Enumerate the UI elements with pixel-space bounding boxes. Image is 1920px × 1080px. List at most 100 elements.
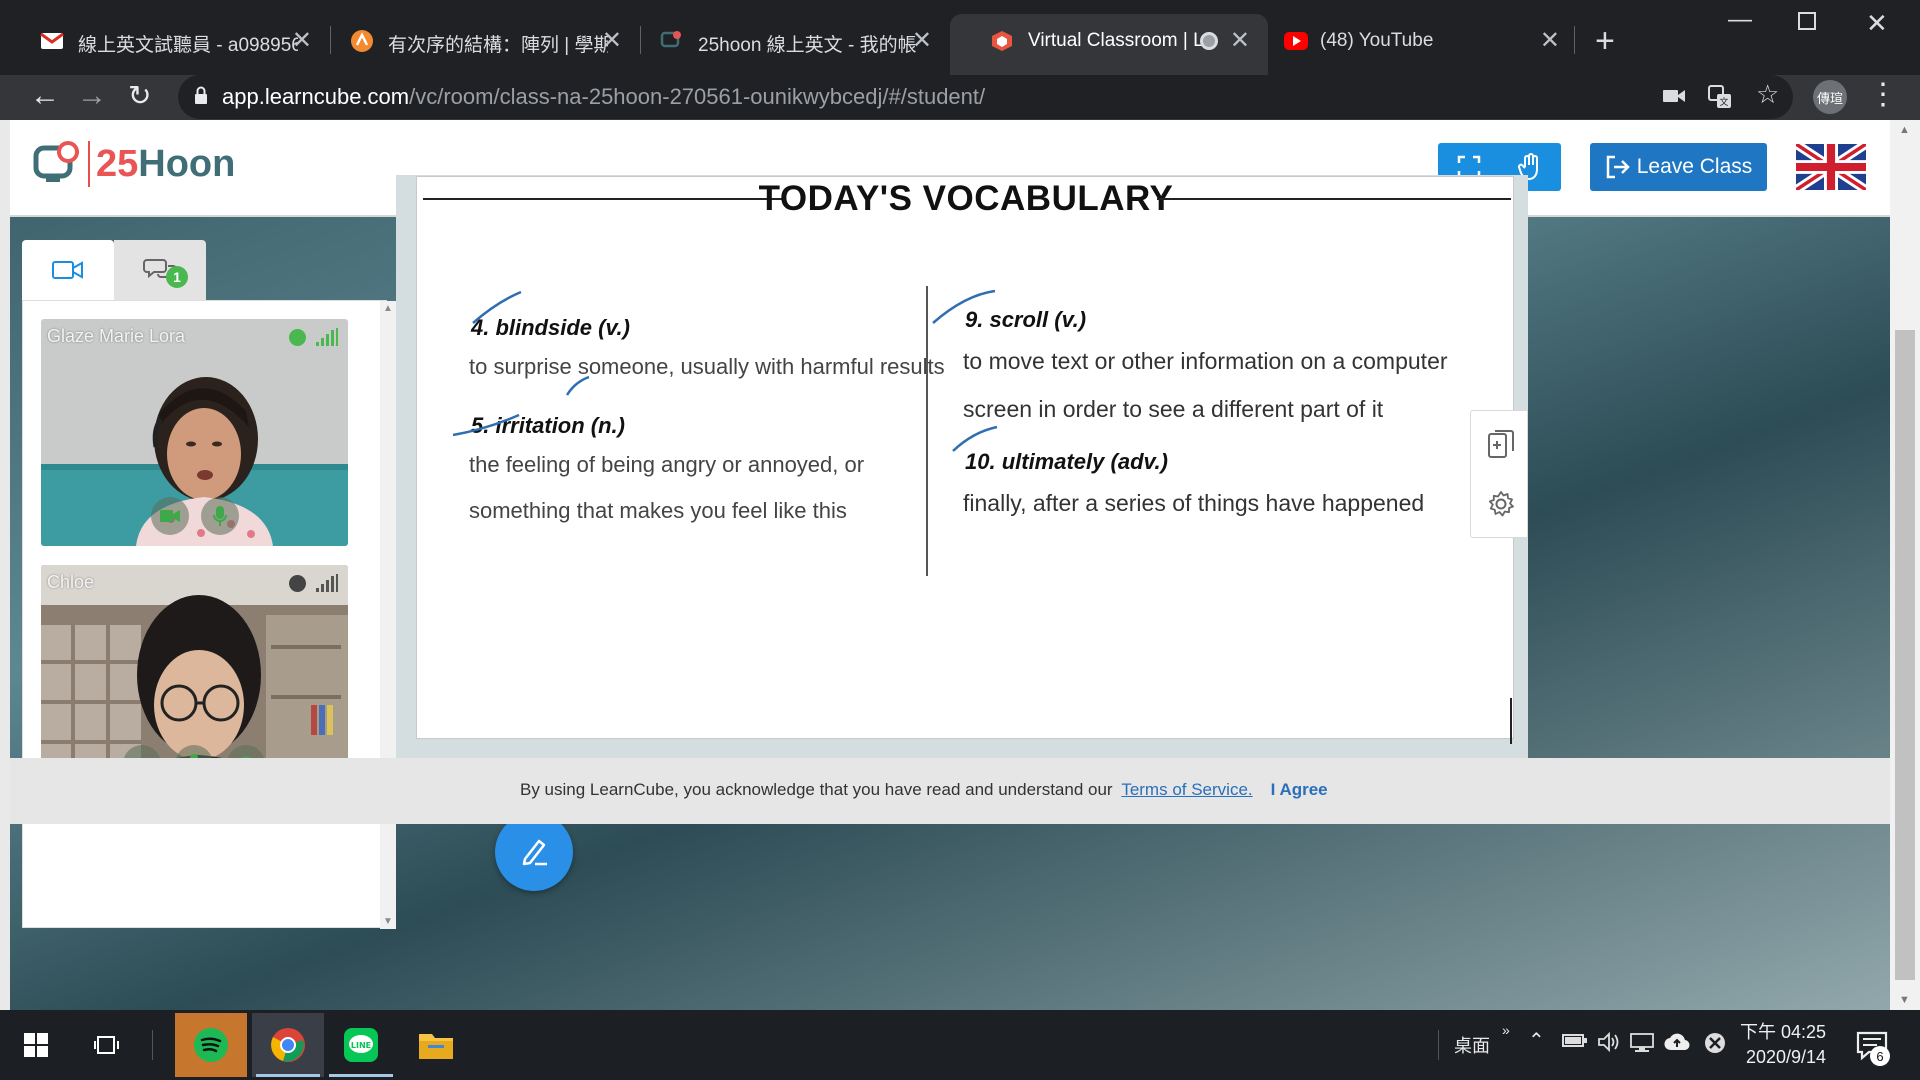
tab-video[interactable] xyxy=(22,240,114,300)
copy-add-icon xyxy=(1488,430,1514,458)
forward-icon[interactable]: → xyxy=(77,79,107,113)
logo-text: 25Hoon xyxy=(96,142,236,185)
video-list-scrollbar[interactable]: ▲ ▼ xyxy=(380,301,396,929)
task-view-button[interactable] xyxy=(72,1013,144,1077)
svg-text:LINE: LINE xyxy=(351,1041,371,1050)
25hoon-icon xyxy=(660,29,684,53)
vocab-definition: something that makes you feel like this xyxy=(469,498,847,523)
site-icon xyxy=(350,29,374,53)
task-view-icon xyxy=(94,1036,119,1054)
close-icon[interactable]: ✕ xyxy=(912,26,932,55)
scroll-down-icon[interactable]: ▼ xyxy=(1899,994,1910,1006)
browser-menu-icon[interactable]: ⋮ xyxy=(1868,77,1898,112)
tab-chat[interactable]: 1 xyxy=(114,240,206,300)
camera-icon[interactable] xyxy=(1662,85,1686,111)
recording-icon xyxy=(1200,32,1218,50)
toolbar-expand-icon[interactable]: » xyxy=(1502,1022,1510,1038)
reload-icon[interactable]: ↻ xyxy=(128,79,151,112)
logo: 25Hoon xyxy=(32,140,235,188)
network-icon[interactable] xyxy=(1630,1032,1654,1057)
new-tab-icon[interactable]: + xyxy=(1595,22,1615,61)
window-close-icon[interactable]: ✕ xyxy=(1866,8,1888,39)
taskbar-separator xyxy=(152,1030,153,1060)
microphone-icon xyxy=(213,506,227,526)
vocab-definition: to surprise someone, usually with harmfu… xyxy=(469,354,945,379)
exit-icon xyxy=(1606,155,1630,179)
address-bar[interactable]: app.learncube.com/vc/room/class-na-25hoo… xyxy=(178,75,1793,119)
text-cursor xyxy=(1510,698,1512,744)
vocab-definition: screen in order to see a different part … xyxy=(963,396,1384,422)
clock-time: 下午 04:25 xyxy=(1740,1022,1827,1042)
minimize-icon[interactable]: — xyxy=(1728,6,1752,34)
taskbar-spotify[interactable] xyxy=(175,1013,247,1077)
agree-button[interactable]: I Agree xyxy=(1271,780,1328,799)
taskbar-line[interactable]: LINE xyxy=(325,1013,397,1077)
vocab-definition: to move text or other information on a c… xyxy=(963,348,1448,374)
leave-class-button[interactable]: Leave Class xyxy=(1590,143,1767,191)
whiteboard[interactable]: TODAY'S VOCABULARY 4. blindside (v.) to … xyxy=(416,176,1514,739)
chat-unread-badge: 1 xyxy=(166,266,188,288)
system-clock[interactable]: 下午 04:25 2020/9/14 xyxy=(1740,1020,1826,1070)
close-icon[interactable]: ✕ xyxy=(602,26,622,55)
participant-name: Chloe xyxy=(47,572,95,592)
browser-tab-strip: 線上英文試聽員 - a098956 ✕ 有次序的結構：陣列 | 學期 ✕ 25h… xyxy=(0,0,1920,75)
tab-label: Virtual Classroom | Le xyxy=(1028,30,1208,51)
browser-tab-25hoon[interactable]: 25hoon 線上英文 - 我的帳 ✕ xyxy=(620,14,950,67)
translate-icon[interactable]: 文 xyxy=(1708,85,1732,115)
tab-label: 線上英文試聽員 - a098956 xyxy=(78,35,298,56)
maximize-icon[interactable] xyxy=(1798,12,1816,30)
battery-icon[interactable] xyxy=(1562,1032,1588,1053)
browser-tab-array[interactable]: 有次序的結構：陣列 | 學期 ✕ xyxy=(310,14,640,67)
camera-toggle-button[interactable] xyxy=(151,497,189,535)
windows-logo-icon xyxy=(24,1033,48,1057)
volume-icon[interactable] xyxy=(1598,1031,1620,1057)
browser-tab-youtube[interactable]: (48) YouTube ✕ xyxy=(1268,14,1578,67)
vocab-term: 9. scroll (v.) xyxy=(965,307,1087,332)
page-scroll-thumb[interactable] xyxy=(1895,330,1915,980)
add-page-button[interactable] xyxy=(1486,429,1516,459)
spotify-icon xyxy=(194,1028,228,1062)
scroll-down-icon[interactable]: ▼ xyxy=(383,916,393,927)
scroll-up-icon[interactable]: ▲ xyxy=(1899,124,1910,136)
cloud-sync-icon[interactable] xyxy=(1664,1032,1690,1057)
taskbar-chrome[interactable] xyxy=(252,1013,324,1077)
whiteboard-side-tools xyxy=(1470,410,1528,538)
vocab-term: 4. blindside (v.) xyxy=(471,315,630,340)
desktop-toolbar-label[interactable]: 桌面 xyxy=(1454,1032,1490,1058)
video-camera-icon xyxy=(52,261,83,279)
camera-icon xyxy=(160,510,180,522)
close-icon[interactable]: ✕ xyxy=(292,26,312,55)
start-button[interactable] xyxy=(0,1013,72,1077)
video-tile-teacher: Glaze Marie Lora xyxy=(41,319,348,546)
browser-toolbar: ← → ↻ app.learncube.com/vc/room/class-na… xyxy=(0,75,1920,120)
page-scrollbar[interactable]: ▲ ▼ xyxy=(1890,120,1920,1010)
terms-of-service-link[interactable]: Terms of Service. xyxy=(1121,780,1252,799)
uk-flag-icon[interactable] xyxy=(1796,144,1866,190)
lock-icon[interactable] xyxy=(194,86,208,104)
signal-strength-icon xyxy=(316,328,338,346)
bookmark-star-icon[interactable]: ☆ xyxy=(1756,79,1779,110)
close-icon[interactable]: ✕ xyxy=(1540,26,1560,55)
board-settings-button[interactable] xyxy=(1486,489,1516,519)
vocab-term: 5. irritation (n.) xyxy=(471,413,625,438)
folder-icon xyxy=(419,1034,453,1059)
vocab-term: 10. ultimately (adv.) xyxy=(965,449,1168,474)
gmail-icon xyxy=(40,29,64,53)
taskbar-file-explorer[interactable] xyxy=(400,1013,472,1077)
browser-tab-learncube[interactable]: Virtual Classroom | Le ✕ xyxy=(950,14,1268,75)
close-icon[interactable]: ✕ xyxy=(1230,26,1250,55)
signal-strength-icon xyxy=(316,574,338,592)
mic-toggle-button[interactable] xyxy=(201,497,239,535)
draw-tool-button[interactable] xyxy=(495,813,573,891)
scroll-up-icon[interactable]: ▲ xyxy=(383,303,393,314)
gear-icon xyxy=(1488,491,1514,517)
browser-tab-gmail[interactable]: 線上英文試聽員 - a098956 ✕ xyxy=(0,14,330,67)
panel-tabs: 1 xyxy=(22,240,394,300)
block-icon[interactable] xyxy=(1704,1032,1726,1059)
profile-avatar[interactable]: 傳瑄 xyxy=(1813,80,1847,114)
back-icon[interactable]: ← xyxy=(30,79,60,113)
chevron-up-icon[interactable]: ⌃ xyxy=(1528,1028,1545,1053)
logo-divider xyxy=(88,141,90,187)
vocab-definition: finally, after a series of things have h… xyxy=(963,490,1425,516)
youtube-icon xyxy=(1284,29,1308,53)
